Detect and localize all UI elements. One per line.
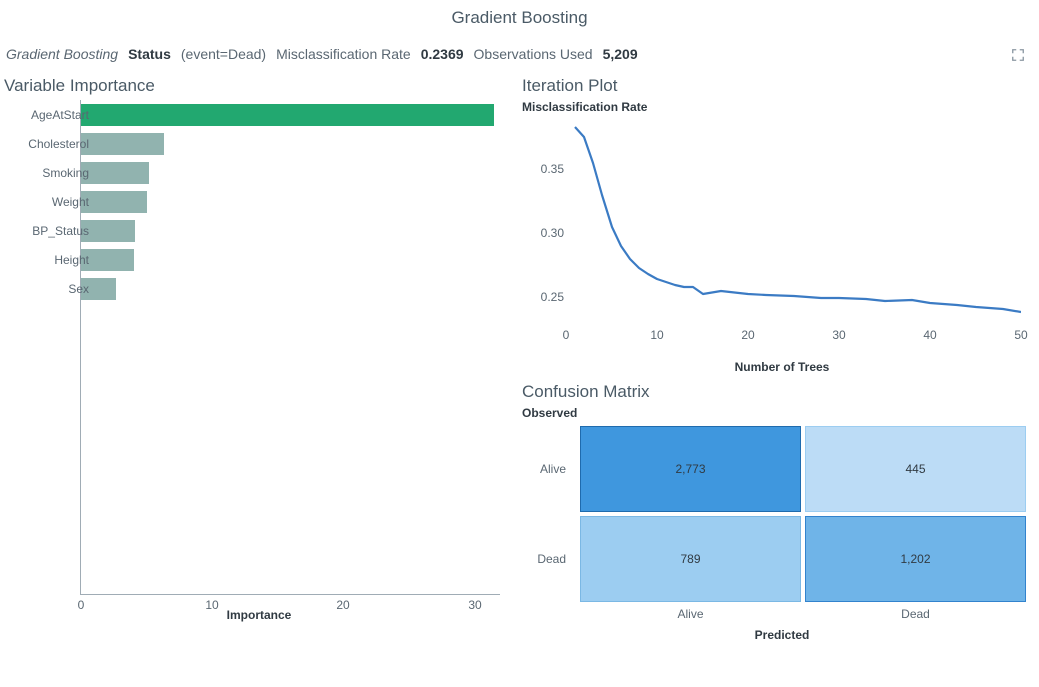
cm-cell-alive-dead[interactable]: 445 (805, 426, 1026, 512)
expand-icon[interactable] (1011, 48, 1025, 62)
vi-ylabel: Height (54, 253, 89, 267)
cm-row-alive: Alive (524, 426, 576, 512)
obs-used-value: 5,209 (603, 46, 638, 62)
vi-bar-bpstatus[interactable] (81, 220, 135, 242)
ip-xtick: 0 (563, 328, 570, 342)
cm-cell-dead-dead[interactable]: 1,202 (805, 516, 1026, 602)
ip-title: Iteration Plot (522, 76, 1039, 96)
vi-ylabel: Cholesterol (28, 137, 89, 151)
ip-ytick: 0.30 (541, 226, 564, 240)
cm-subtitle: Observed (522, 406, 1039, 420)
ip-xtick: 40 (923, 328, 936, 342)
confusion-matrix-panel: Confusion Matrix Observed Alive 2,773 44… (522, 382, 1039, 642)
vi-xtick: 20 (336, 598, 349, 612)
model-name: Gradient Boosting (6, 46, 118, 62)
cm-row-dead: Dead (524, 516, 576, 602)
page-title: Gradient Boosting (0, 0, 1039, 38)
vi-bar-ageatstart[interactable] (81, 104, 494, 126)
vi-ylabel: BP_Status (32, 224, 89, 238)
vi-xtick: 0 (78, 598, 85, 612)
cm-col-dead: Dead (805, 606, 1026, 622)
cm-col-alive: Alive (580, 606, 801, 622)
ip-xtick: 10 (650, 328, 663, 342)
vi-bar-cholesterol[interactable] (81, 133, 164, 155)
ip-ytick: 0.25 (541, 290, 564, 304)
vi-bar-smoking[interactable] (81, 162, 149, 184)
ip-subtitle: Misclassification Rate (522, 100, 1039, 114)
vi-title: Variable Importance (4, 76, 514, 96)
ip-chart[interactable]: 0.35 0.30 0.25 0 10 20 30 40 50 (522, 118, 1026, 358)
cm-chart[interactable]: Alive 2,773 445 Dead 789 1,202 Alive Dea… (522, 424, 1039, 624)
vi-ylabel: Smoking (42, 166, 89, 180)
vi-xtick: 10 (205, 598, 218, 612)
vi-ylabel: Sex (68, 282, 89, 296)
cm-cell-dead-alive[interactable]: 789 (580, 516, 801, 602)
vi-chart[interactable]: 0 10 20 30 AgeAtStart Cholesterol Smokin… (4, 100, 514, 620)
misclass-value: 0.2369 (421, 46, 464, 62)
cm-title: Confusion Matrix (522, 382, 1039, 402)
ip-xtick: 30 (832, 328, 845, 342)
ip-ytick: 0.35 (541, 162, 564, 176)
event-level: (event=Dead) (181, 46, 266, 62)
cm-xlabel: Predicted (522, 628, 1039, 642)
ip-xlabel: Number of Trees (522, 360, 1039, 374)
cm-cell-alive-alive[interactable]: 2,773 (580, 426, 801, 512)
ip-xtick: 50 (1014, 328, 1027, 342)
variable-importance-panel: Variable Importance 0 10 20 30 AgeAtStar… (4, 76, 514, 642)
target-var-label: Status (128, 46, 171, 62)
model-summary-bar: Gradient Boosting Status (event=Dead) Mi… (0, 38, 1039, 76)
vi-ylabel: AgeAtStart (31, 108, 89, 122)
vi-bar-weight[interactable] (81, 191, 147, 213)
vi-xtick: 30 (468, 598, 481, 612)
obs-used-label: Observations Used (474, 46, 593, 62)
vi-ylabel: Weight (52, 195, 89, 209)
ip-xtick: 20 (741, 328, 754, 342)
iteration-plot-panel: Iteration Plot Misclassification Rate 0.… (522, 76, 1039, 374)
vi-xlabel: Importance (227, 608, 292, 622)
misclass-label: Misclassification Rate (276, 46, 411, 62)
